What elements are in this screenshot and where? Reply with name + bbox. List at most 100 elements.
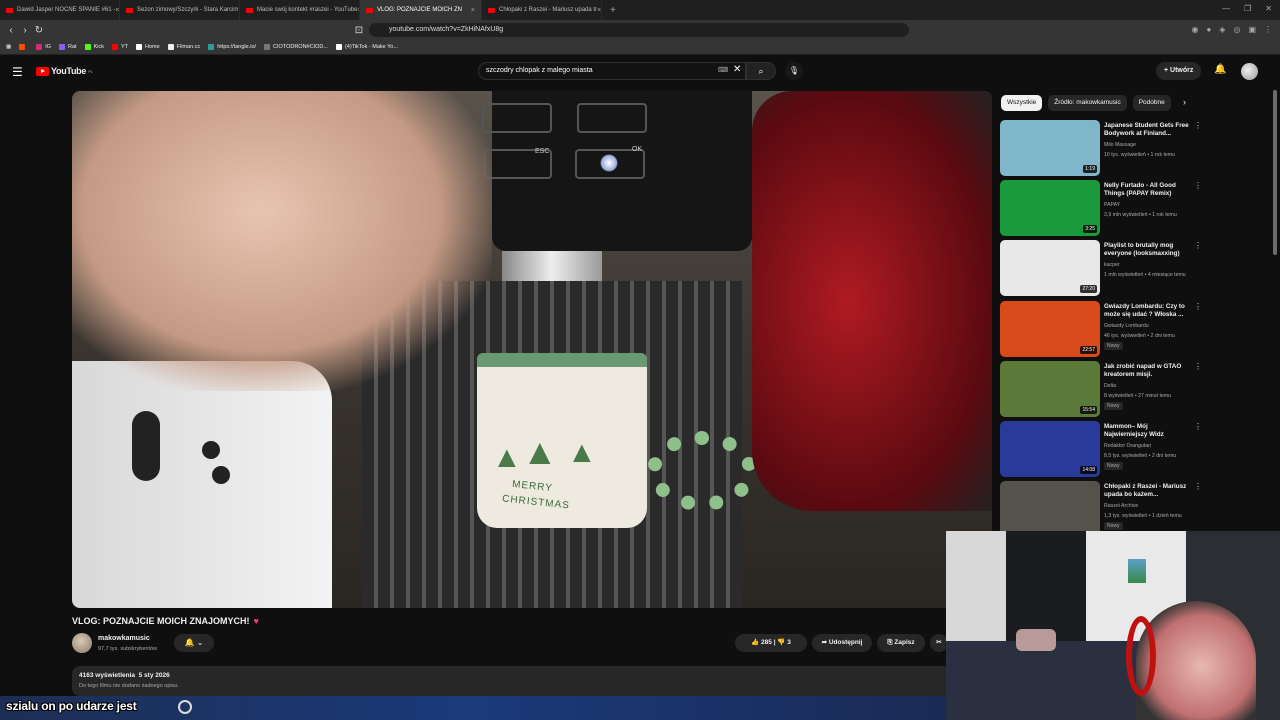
rec-channel[interactable]: Gwiazdy Lombardu — [1104, 323, 1149, 329]
more-options-icon[interactable]: ⋮ — [1194, 181, 1202, 190]
back-icon[interactable]: ‹ — [4, 25, 18, 36]
appliance-button — [212, 466, 230, 484]
video-thumbnail[interactable]: 27:20 — [1000, 240, 1100, 296]
video-title: VLOG: POZNAJCIE MOICH ZNAJOMYCH! ♥ — [72, 616, 259, 626]
more-options-icon[interactable]: ⋮ — [1194, 422, 1202, 431]
rec-meta: 46 tys. wyświetleń • 2 dni temu — [1104, 333, 1175, 339]
recommended-video[interactable]: 22:57 Gwiazdy Lombardu: Czy to może się … — [1000, 301, 1205, 357]
rec-title[interactable]: Jak zrobić napad w GTAO kreatorem misji. — [1104, 363, 1192, 379]
extension-icon[interactable]: ▣ — [1248, 25, 1256, 34]
browser-tab[interactable]: Dawid Jasper NOCNE SPANIE #61 - × — [0, 0, 120, 20]
channel-name[interactable]: makowkamusic — [98, 635, 150, 642]
close-tab-icon[interactable]: × — [471, 7, 475, 14]
like-dislike-button[interactable]: 👍 285 | 👎 3 — [735, 634, 807, 652]
clear-search-icon[interactable]: ✕ — [733, 64, 741, 75]
hamburger-menu-icon[interactable]: ☰ — [12, 65, 23, 79]
notifications-bell-icon[interactable]: 🔔 — [1214, 64, 1226, 75]
rec-title[interactable]: Gwiazdy Lombardu: Czy to może się udać ?… — [1104, 303, 1192, 319]
extension-icon[interactable]: ◎ — [1233, 25, 1240, 34]
bookmark-item[interactable] — [19, 44, 28, 50]
reload-icon[interactable]: ↻ — [32, 25, 46, 36]
url-field[interactable]: youtube.com/watch?v=ZkHiNAfxU8g — [369, 23, 909, 37]
minimize-icon[interactable]: — — [1222, 4, 1230, 13]
rec-channel[interactable]: PAPAY — [1104, 202, 1120, 208]
rec-title[interactable]: Playlist to brutally mog everyone (looks… — [1104, 242, 1192, 258]
bookmark-favicon-icon — [19, 44, 26, 50]
rec-channel[interactable]: Milo Massage — [1104, 142, 1136, 148]
bookmark-page-icon[interactable]: ⊡ — [352, 25, 366, 36]
scrollbar[interactable] — [1273, 90, 1277, 255]
recommended-video[interactable]: 27:20 Playlist to brutally mog everyone … — [1000, 240, 1205, 296]
video-thumbnail[interactable]: 15:54 — [1000, 361, 1100, 417]
account-avatar[interactable] — [1241, 63, 1258, 80]
bookmark-item[interactable]: YT — [111, 44, 128, 50]
duration-badge: 15:54 — [1080, 406, 1097, 414]
bookmark-item[interactable]: https://tangle.io/ — [208, 44, 256, 50]
restore-icon[interactable]: ❐ — [1244, 4, 1251, 13]
more-options-icon[interactable]: ⋮ — [1194, 302, 1202, 311]
new-tab-button[interactable]: + — [602, 5, 624, 16]
extension-icon[interactable]: ◈ — [1219, 25, 1225, 34]
menu-dots-icon[interactable]: ⋮ — [1264, 25, 1272, 34]
channel-avatar[interactable] — [72, 633, 92, 653]
create-button[interactable]: + Utwórz — [1156, 62, 1202, 80]
bookmark-item[interactable]: (4)TikTok - Make Yo... — [335, 44, 398, 50]
bookmark-item[interactable]: Rat — [59, 44, 77, 50]
rec-title[interactable]: Japanese Student Gets Free Bodywork at F… — [1104, 122, 1192, 138]
video-thumbnail[interactable]: 1:19 — [1000, 120, 1100, 176]
video-thumbnail[interactable]: 22:57 — [1000, 301, 1100, 357]
voice-search-button[interactable]: 🎙 — [785, 62, 803, 80]
more-options-icon[interactable]: ⋮ — [1194, 241, 1202, 250]
search-icon: ⌕ — [758, 66, 764, 76]
video-thumbnail[interactable] — [1000, 481, 1100, 537]
search-input[interactable]: szczodry chlopak z malego miasta — [478, 62, 746, 80]
recommended-video[interactable]: 15:54 Jak zrobić napad w GTAO kreatorem … — [1000, 361, 1205, 417]
extension-icon[interactable]: ● — [1206, 25, 1211, 34]
forward-icon[interactable]: › — [18, 25, 32, 36]
browser-tab-active[interactable]: VLOG: POZNAJCIE MOICH ZN × — [360, 0, 482, 20]
rec-channel[interactable]: Delta — [1104, 383, 1116, 389]
extension-icon[interactable]: ◉ — [1191, 25, 1198, 34]
description-box[interactable] — [72, 666, 952, 696]
bookmark-item[interactable]: Filman.cc — [167, 44, 200, 50]
more-options-icon[interactable]: ⋮ — [1194, 482, 1202, 491]
recommended-video[interactable]: 1:19 Japanese Student Gets Free Bodywork… — [1000, 120, 1205, 176]
bookmark-item[interactable]: Kick — [84, 44, 104, 50]
recommended-video[interactable]: 3:25 Nelly Furtado - All Good Things (PA… — [1000, 180, 1205, 236]
close-tab-icon[interactable]: × — [597, 7, 601, 14]
bookmark-item[interactable]: CIOTODRON#CIOD... — [264, 44, 328, 50]
close-window-icon[interactable]: ✕ — [1265, 4, 1272, 13]
rec-channel[interactable]: Redaktor Orangutan — [1104, 443, 1151, 449]
chip-source[interactable]: Źródło: makowkamusic — [1048, 95, 1127, 111]
keyboard-icon[interactable]: ⌨ — [718, 66, 728, 74]
esc-label: ESC — [535, 148, 550, 155]
recommended-video[interactable]: 14:08 Mammon– Mój Najwierniejszy Widz Re… — [1000, 421, 1205, 477]
save-button[interactable]: ⎘ Zapisz — [877, 634, 925, 652]
close-tab-icon[interactable]: × — [115, 7, 119, 14]
browser-tab[interactable]: Macie swój kontekt #raszei - YouTube× — [240, 0, 360, 20]
rec-title[interactable]: Chłopaki z Raszei - Mariusz upada bo każ… — [1104, 483, 1192, 499]
video-thumbnail[interactable]: 3:25 — [1000, 180, 1100, 236]
rec-title[interactable]: Mammon– Mój Najwierniejszy Widz — [1104, 423, 1192, 439]
video-player[interactable]: ESC OK MERRY CHRISTMAS ▲ ▲ ▲ — [72, 91, 992, 608]
recommended-video[interactable]: Chłopaki z Raszei - Mariusz upada bo każ… — [1000, 481, 1205, 537]
video-thumbnail[interactable]: 14:08 — [1000, 421, 1100, 477]
bookmark-item[interactable]: IG — [36, 44, 51, 50]
chip-all[interactable]: Wszystkie — [1001, 95, 1043, 111]
apps-icon[interactable]: ▦ — [6, 44, 11, 50]
bookmark-item[interactable]: Home — [136, 44, 160, 50]
subscribed-bell-button[interactable]: 🔔 ⌄ — [174, 634, 214, 652]
more-options-icon[interactable]: ⋮ — [1194, 362, 1202, 371]
search-button[interactable]: ⌕ — [746, 62, 776, 80]
rec-channel[interactable]: kacper — [1104, 262, 1120, 268]
chevron-right-icon[interactable]: › — [1183, 97, 1186, 107]
rec-channel[interactable]: Raszei Archive — [1104, 503, 1138, 509]
browser-tab[interactable]: Sezon zimowy/Szczyrk - Stara Karcim× — [120, 0, 240, 20]
share-button[interactable]: ➦ Udostępnij — [812, 634, 872, 652]
rec-title[interactable]: Nelly Furtado - All Good Things (PAPAY R… — [1104, 182, 1192, 198]
chip-similar[interactable]: Podobne — [1132, 95, 1171, 111]
browser-tab[interactable]: Chłopaki z Raszei - Mariusz upada tr × — [482, 0, 602, 20]
bookmark-favicon-icon — [136, 44, 142, 50]
youtube-logo[interactable]: YouTube PL — [36, 66, 93, 76]
more-options-icon[interactable]: ⋮ — [1194, 121, 1202, 130]
